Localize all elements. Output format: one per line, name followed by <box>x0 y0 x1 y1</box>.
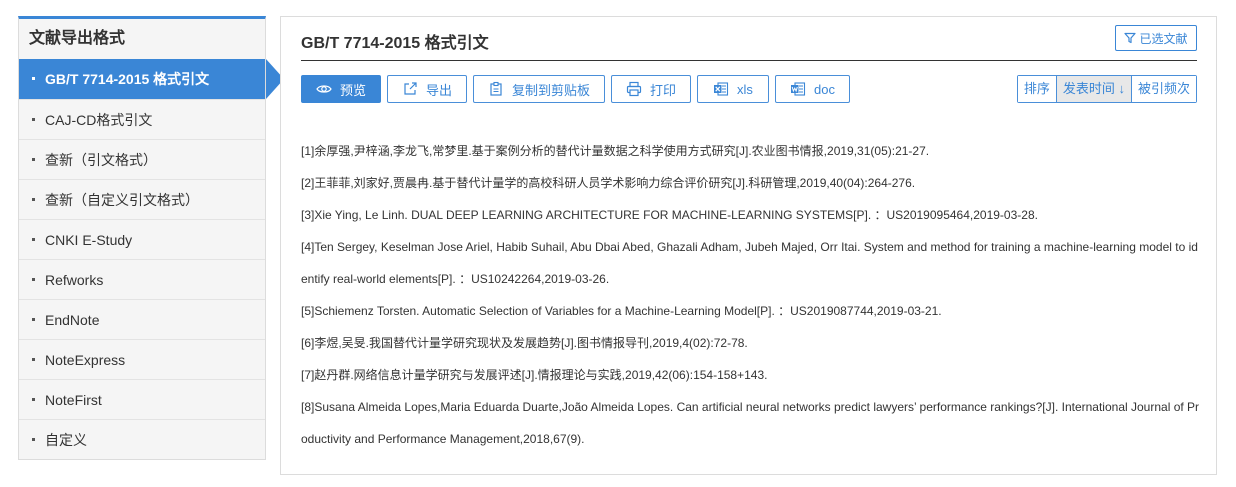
sidebar-item-chaxin-custom[interactable]: 查新（自定义引文格式） <box>19 179 265 219</box>
sort-by-pubtime-button[interactable]: 发表时间 ↓ <box>1055 76 1131 102</box>
copy-to-clipboard-button[interactable]: 复制到剪贴板 <box>473 75 605 103</box>
reference-item: [2]王菲菲,刘家好,贾晨冉.基于替代计量学的高校科研人员学术影响力综合评价研究… <box>301 176 916 190</box>
sidebar-item-notefirst[interactable]: NoteFirst <box>19 379 265 419</box>
export-button[interactable]: 导出 <box>387 75 467 103</box>
reference-item: [7]赵丹群.网络信息计量学研究与发展评述[J].情报理论与实践,2019,42… <box>301 368 768 382</box>
doc-button[interactable]: doc <box>775 75 850 103</box>
sidebar-item-caj-cd[interactable]: CAJ-CD格式引文 <box>19 99 265 139</box>
sidebar-item-endnote[interactable]: EndNote <box>19 299 265 339</box>
excel-icon <box>714 82 729 96</box>
panel-header: GB/T 7714-2015 格式引文 已选文献 <box>301 17 1197 61</box>
reference-item: [6]李煜,吴旻.我国替代计量学研究现状及发展趋势[J].图书情报导刊,2019… <box>301 336 748 350</box>
bullet-icon <box>32 77 35 80</box>
sidebar-item-label: NoteFirst <box>45 392 102 408</box>
reference-list: [1]余厚强,尹梓涵,李龙飞,常梦里.基于案例分析的替代计量数据之科学使用方式研… <box>301 135 1201 455</box>
xls-label: xls <box>737 81 753 97</box>
reference-item: [5]Schiemenz Torsten. Automatic Selectio… <box>301 304 942 318</box>
sidebar-item-label: 查新（自定义引文格式） <box>45 192 199 208</box>
bullet-icon <box>32 398 35 401</box>
sidebar-item-label: 查新（引文格式） <box>45 152 157 168</box>
format-list: GB/T 7714-2015 格式引文 CAJ-CD格式引文 查新（引文格式） … <box>19 59 284 459</box>
copy-label: 复制到剪贴板 <box>511 82 590 98</box>
sidebar-item-refworks[interactable]: Refworks <box>19 259 265 299</box>
sidebar-item-label: Refworks <box>45 272 104 288</box>
sidebar-item-custom[interactable]: 自定义 <box>19 419 265 459</box>
xls-button[interactable]: xls <box>697 75 769 103</box>
bullet-icon <box>32 158 35 161</box>
export-label: 导出 <box>425 82 452 98</box>
eye-icon <box>316 85 332 93</box>
bullet-icon <box>32 118 35 121</box>
sort-label: 排序 <box>1017 76 1056 102</box>
printer-icon <box>626 81 642 97</box>
arrow-down-icon: ↓ <box>1118 81 1125 96</box>
sidebar-item-label: EndNote <box>45 312 100 328</box>
reference-item: [1]余厚强,尹梓涵,李龙飞,常梦里.基于案例分析的替代计量数据之科学使用方式研… <box>301 144 930 158</box>
sort-by-cited-button[interactable]: 被引频次 <box>1130 76 1196 102</box>
sidebar-item-label: 自定义 <box>45 432 87 448</box>
reference-item: [3]Xie Ying, Le Linh. DUAL DEEP LEARNING… <box>301 208 1038 222</box>
print-label: 打印 <box>649 82 676 98</box>
doc-label: doc <box>814 81 835 97</box>
word-icon <box>791 82 806 96</box>
filter-icon <box>1124 32 1137 44</box>
sort-group: 排序 发表时间 ↓ 被引频次 <box>1016 75 1197 103</box>
sort-pubtime-label: 发表时间 <box>1062 81 1115 96</box>
bullet-icon <box>32 358 35 361</box>
bullet-icon <box>32 278 35 281</box>
selected-documents-button[interactable]: 已选文献 <box>1115 25 1197 51</box>
reference-item: [8]Susana Almeida Lopes,Maria Eduarda Du… <box>301 400 1200 446</box>
sidebar-item-cnki-estudy[interactable]: CNKI E-Study <box>19 219 265 259</box>
bullet-icon <box>32 238 35 241</box>
bullet-icon <box>32 198 35 201</box>
selected-documents-label: 已选文献 <box>1139 31 1188 46</box>
export-icon <box>404 82 417 95</box>
sidebar-item-gbt7714[interactable]: GB/T 7714-2015 格式引文 <box>19 59 284 99</box>
preview-button[interactable]: 预览 <box>301 75 381 103</box>
reference-item: [4]Ten Sergey, Keselman Jose Ariel, Habi… <box>301 240 1198 286</box>
sidebar-item-label: NoteExpress <box>45 352 126 368</box>
sidebar-item-label: CNKI E-Study <box>45 232 133 248</box>
sidebar-title: 文献导出格式 <box>19 19 265 59</box>
print-button[interactable]: 打印 <box>611 75 691 103</box>
bullet-icon <box>32 438 35 441</box>
clipboard-icon <box>490 81 502 96</box>
toolbar: 预览 导出 复制到剪贴板 打印 xls doc 排序 发表时间 ↓ 被引频次 <box>301 75 1197 103</box>
page-title: GB/T 7714-2015 格式引文 <box>301 35 489 52</box>
sidebar-item-noteexpress[interactable]: NoteExpress <box>19 339 265 379</box>
bullet-icon <box>32 318 35 321</box>
preview-label: 预览 <box>339 82 366 98</box>
sidebar-item-chaxin-citation[interactable]: 查新（引文格式） <box>19 139 265 179</box>
sidebar-item-label: CAJ-CD格式引文 <box>45 112 153 128</box>
sidebar-item-label: GB/T 7714-2015 格式引文 <box>45 71 210 87</box>
citation-panel: GB/T 7714-2015 格式引文 已选文献 预览 导出 复制到剪贴板 打印… <box>280 16 1217 475</box>
format-sidebar: 文献导出格式 GB/T 7714-2015 格式引文 CAJ-CD格式引文 查新… <box>18 16 284 460</box>
